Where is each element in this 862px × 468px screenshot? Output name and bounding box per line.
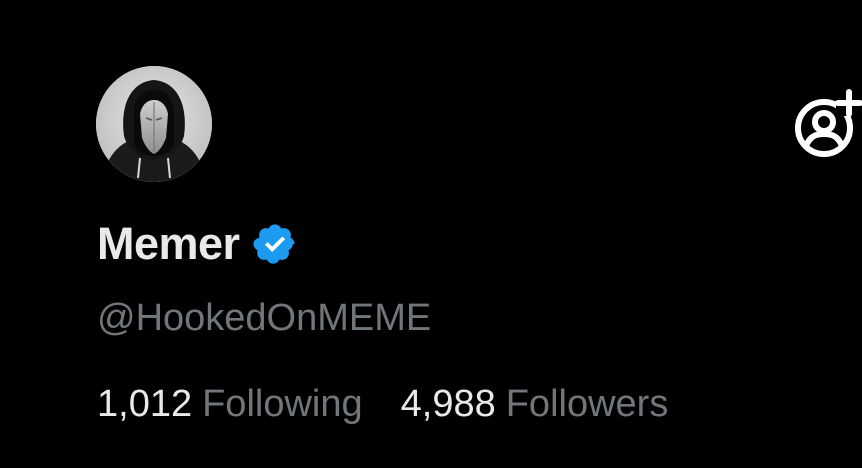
following-link[interactable]: 1,012 Following [97, 378, 363, 430]
display-name: Memer [97, 218, 240, 269]
profile-card: Memer @HookedOnMEME 1,012 Following 4,98… [0, 0, 862, 468]
avatar[interactable] [96, 66, 212, 182]
following-label: Following [202, 383, 363, 425]
verified-badge-icon[interactable] [252, 221, 298, 267]
followers-count: 4,988 [400, 383, 496, 425]
add-user-button[interactable] [792, 88, 862, 158]
add-user-icon [795, 89, 862, 157]
following-count: 1,012 [97, 383, 193, 425]
name-row: Memer [97, 214, 298, 274]
user-handle: @HookedOnMEME [97, 297, 432, 339]
profile-stats: 1,012 Following 4,988 Followers [97, 378, 668, 430]
followers-link[interactable]: 4,988 Followers [401, 378, 669, 430]
hooded-figure-image [96, 66, 212, 182]
followers-label: Followers [505, 383, 669, 425]
